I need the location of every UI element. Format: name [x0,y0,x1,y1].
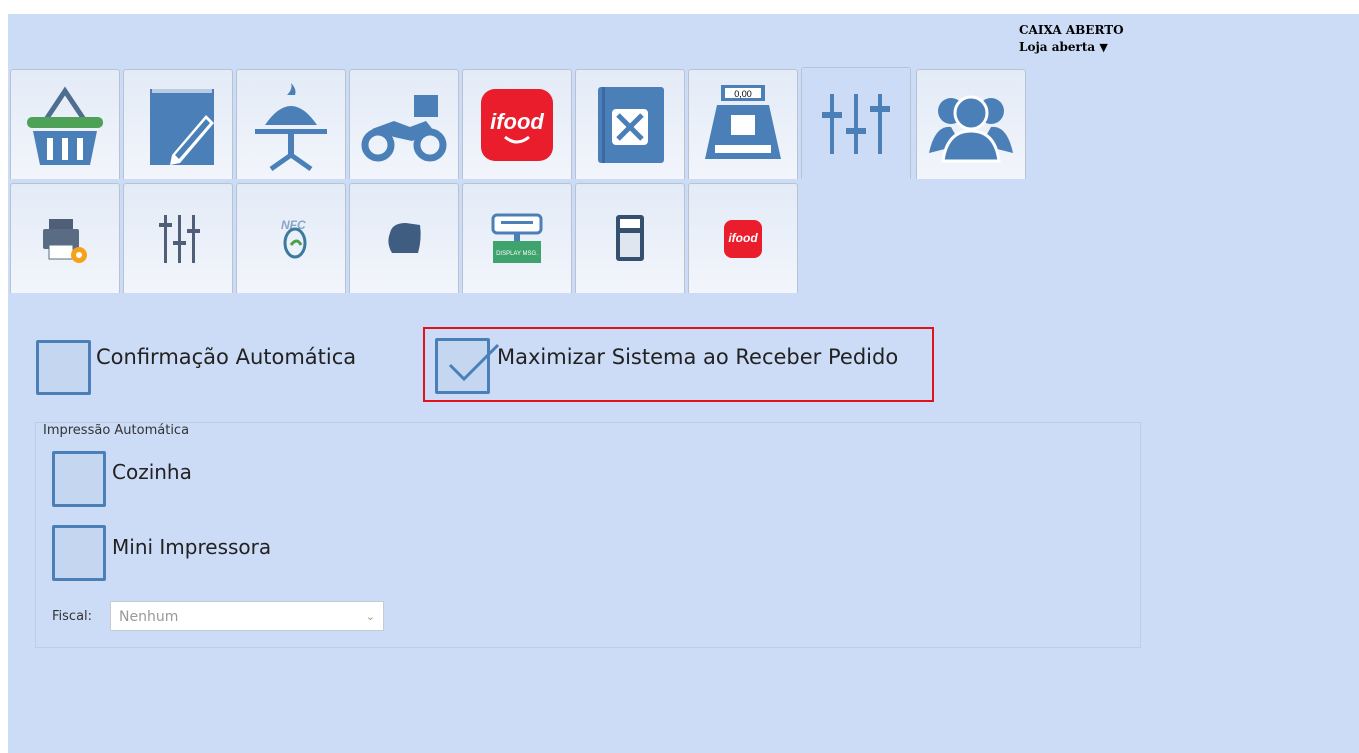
tab-display-message[interactable]: DISPLAY MSG. [462,183,572,293]
printer-settings-icon [43,218,87,263]
confirmacao-checkbox[interactable] [36,340,91,395]
fiscal-select-value: Nenhum [119,609,179,625]
cozinha-checkbox[interactable] [52,451,106,507]
tab-printer-settings[interactable] [10,183,120,293]
tab-settings[interactable] [801,67,911,179]
basket-icon [27,85,103,165]
menu-book-icon [598,86,664,163]
fiscal-label: Fiscal: [52,609,93,624]
chevron-down-icon: ⌄ [365,610,375,623]
svg-text:DISPLAY MSG.: DISPLAY MSG. [496,251,538,257]
display-message-icon: DISPLAY MSG. [491,213,543,263]
tab-adjustments[interactable] [123,183,233,293]
confirmacao-label: Confirmação Automática [96,345,357,369]
cash-status: CAIXA ABERTO [1019,23,1124,37]
tab-users[interactable] [916,69,1026,179]
tab-menu[interactable] [575,69,685,179]
tab-orders[interactable] [123,69,233,179]
calculator-icon [616,214,644,261]
cozinha-label: Cozinha [112,460,192,484]
fiscal-select[interactable]: Nenhum ⌄ [110,601,384,631]
tab-ifood[interactable]: ifood [462,69,572,179]
users-icon [929,95,1013,162]
store-open-dropdown[interactable]: Loja aberta ▼ [1019,39,1124,56]
tab-calculator[interactable] [575,183,685,293]
maximizar-label: Maximizar Sistema ao Receber Pedido [497,345,899,369]
tab-basket[interactable] [10,69,120,179]
mini-impressora-checkbox[interactable] [52,525,106,581]
tab-nfce[interactable]: NFC [236,183,346,293]
maximizar-checkbox[interactable] [435,338,500,394]
delivery-motorcycle-icon [361,94,447,161]
tab-cashier[interactable]: 0,00 [688,69,798,179]
settings-sliders-icon [822,93,890,154]
cloche-table-icon [255,82,327,171]
sliders-icon [159,214,200,263]
thermal-printer-icon [388,222,421,253]
cash-register-icon: 0,00 [705,84,781,159]
ifood-logo-icon: ifood [481,88,553,161]
tab-delivery[interactable] [349,69,459,179]
nfce-icon: NFC [281,218,307,258]
mini-impressora-label: Mini Impressora [112,535,272,559]
ifood-small-logo-icon: ifood [724,219,762,258]
svg-text:ifood: ifood [728,231,758,245]
svg-text:0,00: 0,00 [734,89,752,99]
store-status[interactable]: CAIXA ABERTO Loja aberta ▼ [1019,22,1124,56]
tab-ifood-settings[interactable]: ifood [688,183,798,293]
tab-thermal-printer[interactable] [349,183,459,293]
svg-text:ifood: ifood [490,109,544,134]
impressao-title: Impressão Automática [43,423,190,438]
tab-tables[interactable] [236,69,346,179]
notepad-pencil-icon [150,88,214,165]
